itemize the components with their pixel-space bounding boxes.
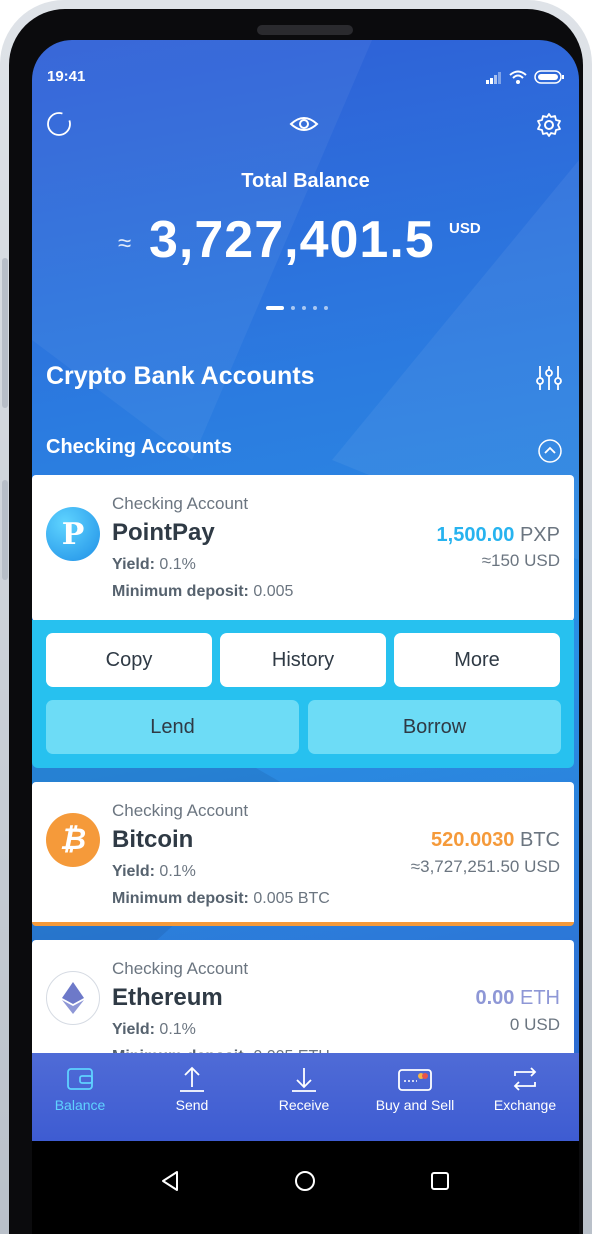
copy-button[interactable]: Copy [46, 633, 212, 687]
status-time: 19:41 [47, 68, 86, 85]
checking-accounts-title: Checking Accounts [46, 436, 232, 458]
loading-ring-icon[interactable] [45, 110, 73, 138]
back-icon[interactable] [150, 1161, 190, 1201]
carousel-dot[interactable] [291, 306, 295, 310]
total-balance: ≈ 3,727,401.5 USD [32, 208, 579, 278]
tab-receive[interactable]: Receive [256, 1061, 352, 1113]
upload-arrow-icon [144, 1061, 240, 1097]
account-name: PointPay [112, 519, 215, 546]
tab-exchange[interactable]: Exchange [477, 1061, 573, 1113]
tab-label: Buy and Sell [375, 1097, 455, 1113]
exchange-icon [477, 1061, 573, 1097]
total-balance-title: Total Balance [241, 170, 370, 192]
battery-icon [534, 70, 564, 89]
tab-balance[interactable]: Balance [32, 1061, 128, 1113]
signal-icon [486, 71, 502, 89]
amount-value: 1,500.00 [436, 524, 515, 546]
yield-label: Yield: [112, 556, 155, 573]
wifi-icon [509, 70, 527, 89]
volume-button [2, 258, 8, 408]
account-amount: 1,500.00 PXP [437, 524, 560, 547]
speaker-grille [257, 25, 353, 35]
account-type: Checking Account [112, 801, 249, 820]
power-button [2, 480, 8, 580]
amount-unit: PXP [519, 524, 560, 546]
home-icon[interactable] [285, 1161, 325, 1201]
pointpay-coin-icon: P [46, 507, 100, 561]
account-card-pointpay[interactable]: P Checking Account PointPay Yield: 0.1% … [32, 475, 574, 621]
carousel-dots[interactable] [266, 306, 328, 310]
lend-button[interactable]: Lend [46, 700, 299, 754]
account-yield: Yield: 0.1% [112, 556, 196, 574]
amount-unit: BTC [520, 829, 560, 851]
approx-symbol: ≈ [118, 230, 132, 257]
bitcoin-coin-icon: ₿ [46, 813, 100, 867]
account-card-bitcoin[interactable]: ₿ Checking Account Bitcoin Yield: 0.1% M… [32, 782, 574, 926]
history-button[interactable]: History [220, 633, 386, 687]
account-amount: 0.00 ETH [476, 987, 561, 1010]
min-deposit-value: 0.005 [253, 583, 294, 600]
ethereum-coin-icon [46, 971, 100, 1025]
borrow-button[interactable]: Borrow [308, 700, 561, 754]
account-amount: 520.0030 BTC [431, 829, 560, 852]
card-icon [367, 1061, 463, 1097]
account-name: Bitcoin [112, 826, 194, 853]
account-actions-panel: Copy History More Lend Borrow [32, 620, 574, 768]
min-deposit-label: Minimum deposit: [112, 583, 249, 600]
yield-value: 0.1% [159, 863, 196, 880]
yield-value: 0.1% [159, 1021, 196, 1038]
amount-unit: ETH [520, 987, 560, 1009]
yield-label: Yield: [112, 863, 155, 880]
tab-label: Balance [54, 1097, 106, 1113]
account-min-deposit: Minimum deposit: 0.005 BTC [112, 890, 330, 908]
section-title: Crypto Bank Accounts [46, 362, 315, 390]
tab-label: Send [175, 1097, 209, 1113]
recents-icon[interactable] [420, 1161, 460, 1201]
tab-send[interactable]: Send [144, 1061, 240, 1113]
more-button[interactable]: More [394, 633, 560, 687]
carousel-dot[interactable] [266, 306, 284, 310]
account-yield: Yield: 0.1% [112, 863, 196, 881]
carousel-dot[interactable] [324, 306, 328, 310]
account-usd: ≈3,727,251.50 USD [410, 857, 560, 876]
tab-label: Exchange [493, 1097, 557, 1113]
tab-label: Receive [278, 1097, 330, 1113]
account-min-deposit: Minimum deposit: 0.005 [112, 583, 293, 601]
min-deposit-value: 0.005 BTC [253, 890, 330, 907]
tab-buy-and-sell[interactable]: Buy and Sell [367, 1061, 463, 1113]
system-nav-bar [32, 1141, 579, 1234]
balance-currency: USD [449, 220, 481, 237]
amount-value: 520.0030 [431, 829, 515, 851]
gear-icon[interactable] [534, 110, 564, 140]
balance-value: 3,727,401.5 [149, 211, 435, 269]
yield-label: Yield: [112, 1021, 155, 1038]
account-type: Checking Account [112, 494, 249, 513]
account-yield: Yield: 0.1% [112, 1021, 196, 1039]
eye-icon[interactable] [288, 112, 320, 136]
status-bar: 19:41 [32, 64, 579, 94]
app-screen: 19:41 Total Balance ≈ 3,727,401.5 USD Cr… [32, 40, 579, 1234]
account-type: Checking Account [112, 959, 249, 978]
download-arrow-icon [256, 1061, 352, 1097]
account-usd: ≈150 USD [481, 551, 560, 570]
wallet-icon [32, 1061, 128, 1097]
bottom-tab-bar: Balance Send Receive Buy and Sell Exchan… [32, 1053, 579, 1141]
carousel-dot[interactable] [302, 306, 306, 310]
carousel-dot[interactable] [313, 306, 317, 310]
yield-value: 0.1% [159, 556, 196, 573]
account-usd: 0 USD [509, 1015, 560, 1034]
amount-value: 0.00 [475, 987, 515, 1009]
filter-sliders-icon[interactable] [534, 362, 564, 394]
chevron-up-icon[interactable] [537, 438, 563, 464]
account-name: Ethereum [112, 984, 223, 1011]
min-deposit-label: Minimum deposit: [112, 890, 249, 907]
